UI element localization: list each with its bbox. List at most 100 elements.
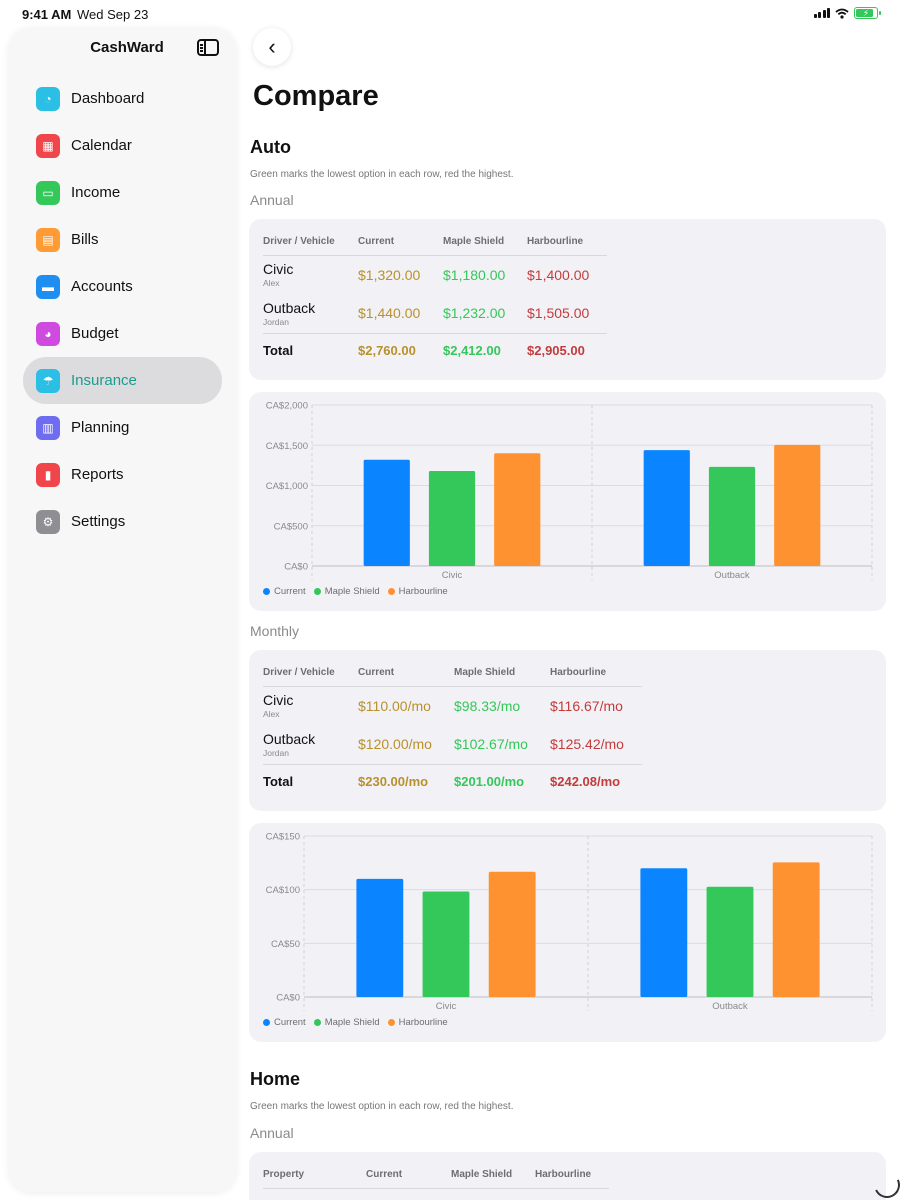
monthly-chart-card: CA$0 CA$50 CA$100 CA$150 Civic Outback Curren… <box>249 823 886 1042</box>
bar-current-outback[interactable] <box>643 450 690 566</box>
column-header: Maple Shield <box>443 229 527 256</box>
premium-cell: $1,400.00 <box>527 266 590 283</box>
y-tick-label: CA$2,000 <box>266 401 308 412</box>
sidebar-item-dashboard[interactable]: ◔ Dashboard <box>23 75 222 122</box>
annual-table-card: Driver / Vehicle Current Maple Shield Harbo… <box>249 219 886 380</box>
status-icons: ⚡ <box>813 7 881 19</box>
column-header: Property <box>263 1162 366 1189</box>
y-tick-label: CA$150 <box>266 832 300 843</box>
total-cell: $242.08/mo <box>550 763 642 798</box>
driver-cell: Civic Alex <box>263 686 358 725</box>
sidebar-item-settings[interactable]: ⚙ Settings <box>23 498 222 545</box>
premium-cell: $102.67/mo <box>454 736 528 753</box>
sidebar-item-label: Calendar <box>71 137 132 154</box>
sidebar-item-reports[interactable]: ▮ Reports <box>23 451 222 498</box>
total-cell: $230.00/mo <box>358 763 454 798</box>
column-header: Current <box>366 1162 451 1189</box>
table-row: Outback Jordan $1,440.00 $1,232.00 $1,505.00 <box>263 294 607 333</box>
total-cell: $2,760.00 <box>358 332 443 367</box>
sidebar-item-label: Settings <box>71 513 126 530</box>
section-heading-auto: Auto <box>250 137 291 157</box>
vehicle-name: Civic <box>263 261 294 278</box>
table-header-row: Driver / Vehicle Current Maple Shield Harbo… <box>263 229 608 256</box>
x-tick-label: Civic <box>436 1001 457 1012</box>
bar-maple-shield-outback[interactable] <box>708 466 756 566</box>
cellular-signal-icon <box>813 8 830 18</box>
vehicle-name: Outback <box>263 299 316 316</box>
column-header: Driver / Vehicle <box>263 229 358 256</box>
bar-current-outback[interactable] <box>640 868 688 997</box>
legend-item: Harbourline <box>387 1017 448 1028</box>
annual-bar-chart: CA$0 CA$500 CA$1,000 CA$1,500 CA$2,000 Civic O… <box>266 401 873 581</box>
table-row: Civic Alex $1,320.00 $1,180.00 $1,400.00 <box>263 255 607 294</box>
column-header: Maple Shield <box>451 1162 535 1189</box>
premium-cell: $1,505.00 <box>527 305 590 322</box>
sidebar-item-budget[interactable]: ◕ Budget <box>23 310 222 357</box>
bar-maple-shield-outback[interactable] <box>706 886 754 997</box>
chart-legend: Current Maple Shield Harbourline <box>263 586 448 597</box>
column-header: Current <box>358 229 443 256</box>
document-icon: ▤ <box>36 227 60 252</box>
section-hint-home: Green marks the lowest option in each ro… <box>250 1101 514 1112</box>
y-tick-label: CA$0 <box>276 993 300 1004</box>
section-heading-home: Home <box>250 1069 301 1089</box>
x-tick-label: Outback <box>712 1001 748 1012</box>
bar-maple-shield-civic[interactable] <box>422 891 470 997</box>
x-tick-label: Civic <box>442 570 463 581</box>
total-cell: $2,905.00 <box>527 332 608 367</box>
vehicle-name: Outback <box>263 730 316 747</box>
bar-maple-shield-civic[interactable] <box>428 471 476 566</box>
driver-name: Jordan <box>263 316 289 327</box>
driver-cell: Civic Alex <box>263 255 358 294</box>
driver-cell: Outback Jordan <box>263 725 358 764</box>
bar-harbourline-civic[interactable] <box>488 871 536 997</box>
total-row: Total $2,760.00 $2,412.00 $2,905.00 <box>263 332 608 367</box>
monthly-table-card: Driver / Vehicle Current Maple Shield Harbo… <box>249 650 886 811</box>
legend-item: Maple Shield <box>313 1017 380 1028</box>
bar-harbourline-outback[interactable] <box>774 444 821 566</box>
y-tick-label: CA$0 <box>284 562 308 573</box>
bar-current-civic[interactable] <box>356 878 404 997</box>
driver-name: Alex <box>263 278 280 289</box>
battery-icon: ⚡ <box>854 7 881 19</box>
table-header-row: Property Current Maple Shield Harbourline <box>263 1162 610 1189</box>
subheading-annual: Annual <box>250 192 294 208</box>
legend-item: Current <box>263 1017 306 1028</box>
card-icon: ▬ <box>36 274 60 299</box>
y-tick-label: CA$50 <box>271 939 300 950</box>
premium-cell: $110.00/mo <box>358 697 431 714</box>
sidebar-item-planning[interactable]: ▥ Planning <box>23 404 222 451</box>
monthly-comparison-table: Driver / Vehicle Current Maple Shield Harbo… <box>263 660 642 798</box>
wifi-icon <box>835 8 849 19</box>
sidebar-item-label: Dashboard <box>71 90 145 107</box>
bar-harbourline-civic[interactable] <box>494 453 541 566</box>
sidebar-item-bills[interactable]: ▤ Bills <box>23 216 222 263</box>
y-tick-label: CA$100 <box>266 885 300 896</box>
premium-cell: $116.67/mo <box>550 697 623 714</box>
premium-cell: $1,440.00 <box>358 305 421 322</box>
back-button[interactable]: ‹ <box>253 28 291 66</box>
home-annual-table-card: Property Current Maple Shield Harbourline <box>249 1152 886 1200</box>
column-header: Harbourline <box>550 660 642 687</box>
pie-chart-icon: ◕ <box>36 321 60 346</box>
legend-item: Harbourline <box>387 586 448 597</box>
column-header: Harbourline <box>535 1162 610 1189</box>
bar-harbourline-outback[interactable] <box>772 862 820 997</box>
premium-cell: $120.00/mo <box>358 736 432 753</box>
calendar-icon: ▦ <box>36 133 60 158</box>
section-hint-auto: Green marks the lowest option in each ro… <box>250 169 514 180</box>
annual-comparison-table: Driver / Vehicle Current Maple Shield Harbo… <box>263 229 608 367</box>
sidebar-item-insurance[interactable]: ☂ Insurance <box>23 357 222 404</box>
total-row: Total $230.00/mo $201.00/mo $242.08/mo <box>263 763 642 798</box>
sidebar-item-accounts[interactable]: ▬ Accounts <box>23 263 222 310</box>
y-tick-label: CA$1,500 <box>266 441 308 452</box>
bar-current-civic[interactable] <box>363 459 410 566</box>
sidebar-toggle-icon[interactable] <box>197 39 219 56</box>
sidebar-item-income[interactable]: ▭ Income <box>23 169 222 216</box>
sidebar-item-calendar[interactable]: ▦ Calendar <box>23 122 222 169</box>
sidebar: CashWard ◔ Dashboard ▦ Calendar ▭ Income ▤ Bill… <box>9 28 236 1192</box>
cash-icon: ▭ <box>36 180 60 205</box>
total-cell: $2,412.00 <box>443 332 527 367</box>
total-label: Total <box>263 763 358 798</box>
premium-cell: $1,232.00 <box>443 305 506 322</box>
